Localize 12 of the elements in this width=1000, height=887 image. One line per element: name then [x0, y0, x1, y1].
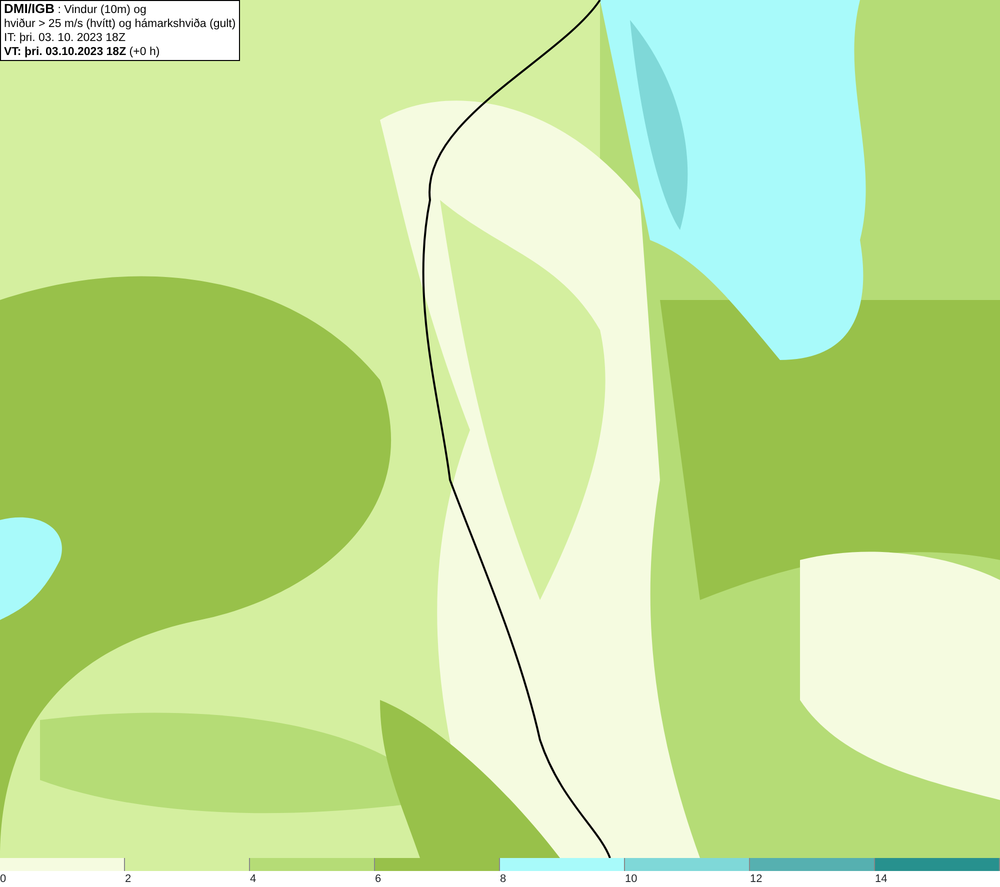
title-text: VT: þri. 03.10.2023 18Z (+0 h)	[4, 45, 161, 59]
tick-label: 12	[750, 873, 762, 885]
title-text: hviður > 25 m/s (hvítt) og hámarkshviða (gult)	[4, 17, 236, 31]
tick-label: 8	[500, 873, 506, 885]
tick-label: 4	[250, 873, 256, 885]
tick-label: 10	[625, 873, 638, 885]
title-text: IT: þri. 03. 10. 2023 18Z	[4, 31, 126, 45]
tick-label: 14	[875, 873, 888, 885]
tick-label: 0	[0, 873, 6, 885]
tick-label: 2	[125, 873, 132, 885]
tick-label: 6	[375, 873, 382, 885]
title-text: DMI/IGB : Vindur (10m) og	[4, 2, 148, 17]
